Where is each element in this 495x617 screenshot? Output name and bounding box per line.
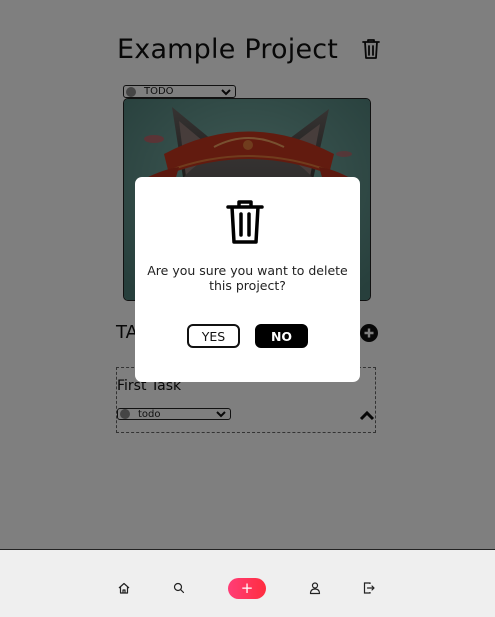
add-button[interactable]: + <box>228 578 266 599</box>
home-icon[interactable] <box>117 581 131 595</box>
delete-confirm-dialog: Are you sure you want to delete this pro… <box>135 177 360 382</box>
bottom-nav: + <box>0 549 495 617</box>
yes-button[interactable]: YES <box>187 324 240 348</box>
no-button[interactable]: NO <box>255 324 308 348</box>
trash-icon <box>226 200 264 244</box>
user-icon[interactable] <box>308 581 322 595</box>
search-icon[interactable] <box>172 581 186 595</box>
logout-icon[interactable] <box>362 581 376 595</box>
dialog-message: Are you sure you want to delete this pro… <box>147 263 348 293</box>
